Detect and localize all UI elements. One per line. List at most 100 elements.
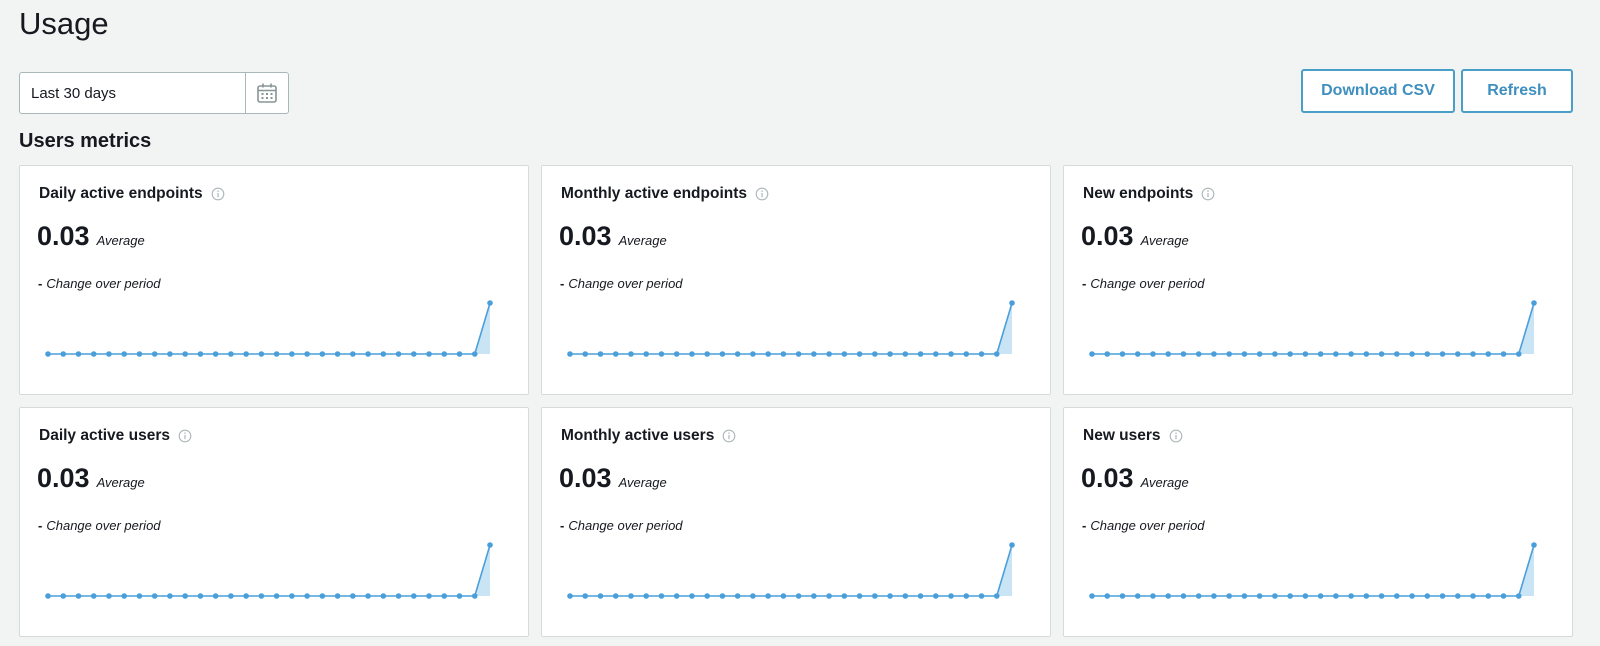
sparkline-point xyxy=(426,351,432,357)
calendar-icon[interactable] xyxy=(245,73,288,113)
sparkline-line xyxy=(1092,302,1535,355)
info-icon[interactable] xyxy=(755,187,769,201)
sparkline-point xyxy=(228,593,234,599)
sparkline-point xyxy=(426,593,432,599)
sparkline-point xyxy=(612,351,619,357)
sparkline-chart xyxy=(1089,300,1537,357)
sparkline-point xyxy=(734,351,741,357)
metric-label: Average xyxy=(1140,475,1189,490)
sparkline-point xyxy=(856,593,863,599)
sparkline-chart xyxy=(45,300,493,357)
sparkline-point xyxy=(1485,593,1492,599)
change-over-period: - Change over period xyxy=(560,518,683,533)
sparkline-point xyxy=(1394,351,1400,357)
date-range-input[interactable]: Last 30 days xyxy=(20,85,245,102)
sparkline-point xyxy=(350,351,356,357)
sparkline-point xyxy=(872,593,878,599)
metric-label: Average xyxy=(618,475,667,490)
sparkline-point xyxy=(197,593,204,599)
info-icon[interactable] xyxy=(211,187,225,201)
sparkline-point xyxy=(1150,351,1156,357)
sparkline-point xyxy=(167,351,173,357)
sparkline-point xyxy=(1226,593,1232,599)
sparkline-point xyxy=(1470,351,1476,357)
info-icon[interactable] xyxy=(178,429,192,443)
date-range-picker[interactable]: Last 30 days xyxy=(19,72,289,114)
refresh-button[interactable]: Refresh xyxy=(1461,69,1573,113)
sparkline-point xyxy=(902,593,909,599)
sparkline-point xyxy=(1531,542,1537,548)
sparkline-point xyxy=(719,351,726,357)
sparkline-point xyxy=(704,593,710,599)
sparkline-point xyxy=(121,593,128,599)
sparkline-point xyxy=(182,351,188,357)
metric-card-daily-active-endpoints: Daily active endpoints 0.03 Average - Change… xyxy=(19,165,529,395)
sparkline-point xyxy=(334,593,341,599)
sparkline-point xyxy=(750,593,756,599)
metric-value: 0.03 xyxy=(37,221,90,251)
metric-card-monthly-active-users: Monthly active users 0.03 Average - Change o… xyxy=(541,407,1051,637)
sparkline-point xyxy=(273,593,280,599)
card-title-text: New endpoints xyxy=(1083,185,1194,202)
sparkline-point xyxy=(841,351,848,357)
sparkline-point xyxy=(441,351,448,357)
change-over-period: - Change over period xyxy=(560,276,683,291)
sparkline-point xyxy=(1485,351,1492,357)
sparkline-point xyxy=(289,351,295,357)
sparkline-point xyxy=(917,351,924,357)
sparkline-point xyxy=(212,351,219,357)
sparkline-point xyxy=(887,593,893,599)
sparkline-point xyxy=(1241,351,1248,357)
sparkline-point xyxy=(917,593,924,599)
sparkline-point xyxy=(1409,351,1415,357)
sparkline-point xyxy=(334,351,341,357)
sparkline-point xyxy=(567,351,573,357)
sparkline-point xyxy=(1317,593,1324,599)
sparkline-point xyxy=(1439,593,1446,599)
download-csv-button[interactable]: Download CSV xyxy=(1301,69,1455,113)
metric-card-new-endpoints: New endpoints 0.03 Average - Change over per… xyxy=(1063,165,1573,395)
sparkline-point xyxy=(582,593,589,599)
change-symbol: - xyxy=(38,518,43,533)
sparkline-point xyxy=(151,351,158,357)
sparkline-point xyxy=(243,351,249,357)
sparkline-point xyxy=(978,593,985,599)
sparkline-point xyxy=(993,351,1000,357)
info-icon[interactable] xyxy=(1169,429,1183,443)
sparkline-point xyxy=(1302,351,1309,357)
sparkline-point xyxy=(106,593,112,599)
change-symbol: - xyxy=(560,518,565,533)
sparkline-point xyxy=(1165,593,1172,599)
sparkline-point xyxy=(197,351,204,357)
sparkline-point xyxy=(1241,593,1248,599)
metric-summary: 0.03 Average xyxy=(559,463,667,494)
info-icon[interactable] xyxy=(722,429,736,443)
info-icon[interactable] xyxy=(1201,187,1215,201)
sparkline-point xyxy=(1424,351,1431,357)
sparkline-chart xyxy=(1089,542,1537,599)
metric-value: 0.03 xyxy=(1081,463,1134,493)
sparkline-point xyxy=(471,351,478,357)
metric-label: Average xyxy=(96,475,145,490)
sparkline-point xyxy=(612,593,619,599)
sparkline-point xyxy=(1378,593,1385,599)
sparkline-point xyxy=(90,351,97,357)
sparkline-point xyxy=(948,593,954,599)
metric-label: Average xyxy=(1140,233,1189,248)
sparkline-point xyxy=(410,593,417,599)
sparkline-point xyxy=(1515,593,1522,599)
sparkline-point xyxy=(643,593,650,599)
sparkline-point xyxy=(1119,593,1126,599)
sparkline-point xyxy=(487,542,493,548)
sparkline-point xyxy=(182,593,188,599)
sparkline-point xyxy=(1104,351,1111,357)
sparkline-point xyxy=(167,593,173,599)
sparkline-point xyxy=(795,593,802,599)
card-title: Daily active users xyxy=(39,427,192,445)
sparkline-point xyxy=(1333,351,1339,357)
sparkline-chart xyxy=(567,542,1015,599)
sparkline-point xyxy=(1287,593,1293,599)
change-label: Change over period xyxy=(568,276,683,291)
change-label: Change over period xyxy=(46,276,161,291)
metric-summary: 0.03 Average xyxy=(1081,221,1189,252)
